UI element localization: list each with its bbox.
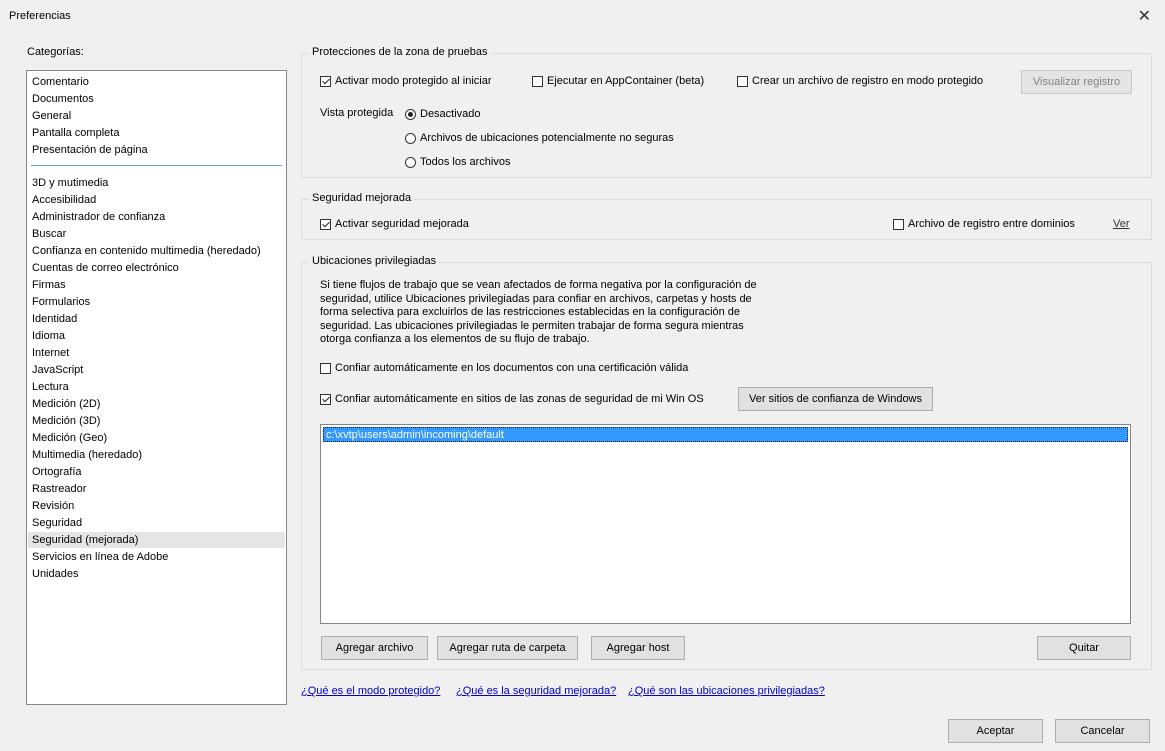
category-item-selected[interactable]: Seguridad (mejorada) [28, 532, 285, 548]
category-item[interactable]: Rastreador [31, 481, 87, 497]
category-item[interactable]: Identidad [31, 311, 78, 327]
category-item[interactable]: Servicios en línea de Adobe [31, 549, 169, 565]
category-item[interactable]: Lectura [31, 379, 70, 395]
category-item[interactable]: Revisión [31, 498, 75, 514]
add-file-button[interactable]: Agregar archivo [321, 636, 428, 660]
location-item-selected[interactable]: c:\xvtp\users\admin\incoming\default [323, 427, 1128, 442]
appcontainer-checkbox[interactable]: Ejecutar en AppContainer (beta) [532, 75, 704, 87]
protected-view-label: Vista protegida [320, 107, 394, 119]
category-item[interactable]: Cuentas de correo electrónico [31, 260, 180, 276]
category-item[interactable]: Medición (3D) [31, 413, 101, 429]
radio-button[interactable] [405, 132, 416, 144]
appcontainer-label: Ejecutar en AppContainer (beta) [547, 75, 705, 87]
radio-label: Todos los archivos [420, 156, 511, 168]
radio-unsafe-locations[interactable]: Archivos de ubicaciones potencialmente n… [405, 132, 674, 144]
view-log-button[interactable]: Visualizar registro [1021, 70, 1132, 94]
view-windows-sites-button[interactable]: Ver sitios de confianza de Windows [738, 387, 933, 411]
window-title: Preferencias [9, 10, 71, 22]
checkbox-box[interactable] [532, 75, 543, 87]
category-item[interactable]: Idioma [31, 328, 66, 344]
category-item[interactable]: Pantalla completa [31, 125, 120, 141]
log-file-checkbox[interactable]: Crear un archivo de registro en modo pro… [737, 75, 983, 87]
privileged-description: Si tiene flujos de trabajo que se vean a… [320, 279, 780, 347]
ok-button[interactable]: Aceptar [948, 719, 1043, 743]
log-file-label: Crear un archivo de registro en modo pro… [752, 75, 984, 87]
category-item[interactable]: Presentación de página [31, 142, 149, 158]
description-line: seguridad. Las ubicaciones privilegiadas… [320, 319, 744, 332]
enable-enhanced-label: Activar seguridad mejorada [335, 218, 469, 230]
checkbox-box[interactable] [320, 218, 331, 230]
protected-mode-checkbox[interactable]: Activar modo protegido al iniciar [320, 75, 492, 87]
category-item[interactable]: Ortografía [31, 464, 83, 480]
radio-button[interactable] [405, 156, 416, 168]
help-link-enhanced-security[interactable]: ¿Qué es la seguridad mejorada? [456, 685, 616, 697]
privileged-group-title: Ubicaciones privilegiadas [309, 255, 440, 267]
category-item[interactable]: Documentos [31, 91, 95, 107]
category-item[interactable]: Multimedia (heredado) [31, 447, 143, 463]
category-item[interactable]: Confianza en contenido multimedia (hered… [31, 243, 262, 259]
radio-label: Desactivado [420, 108, 481, 120]
category-item[interactable]: Internet [31, 345, 70, 361]
add-host-button[interactable]: Agregar host [591, 636, 685, 660]
sandbox-group-title: Protecciones de la zona de pruebas [309, 46, 491, 58]
radio-label: Archivos de ubicaciones potencialmente n… [420, 132, 674, 144]
radio-all-files[interactable]: Todos los archivos [405, 156, 511, 168]
category-separator [31, 165, 282, 166]
categories-list[interactable]: Comentario Documentos General Pantalla c… [26, 70, 287, 705]
close-icon[interactable]: ✕ [1138, 6, 1151, 26]
category-item[interactable]: Comentario [31, 74, 90, 90]
enhanced-group-title: Seguridad mejorada [309, 192, 415, 204]
cross-domain-log-label: Archivo de registro entre dominios [908, 218, 1075, 230]
description-line: seguridad, utilice Ubicaciones privilegi… [320, 292, 752, 305]
description-line: Si tiene flujos de trabajo que se vean a… [320, 279, 757, 291]
category-item[interactable]: Unidades [31, 566, 79, 582]
privileged-locations-list[interactable]: c:\xvtp\users\admin\incoming\default [320, 424, 1131, 624]
description-line: forma selectiva para excluirlos de las r… [320, 306, 741, 319]
category-item[interactable]: 3D y mutimedia [31, 175, 109, 191]
category-item[interactable]: Medición (Geo) [31, 430, 108, 446]
category-item[interactable]: Buscar [31, 226, 67, 242]
help-link-privileged-locations[interactable]: ¿Qué son las ubicaciones privilegiadas? [628, 685, 825, 697]
category-item[interactable]: Seguridad [31, 515, 83, 531]
category-item[interactable]: Administrador de confianza [31, 209, 166, 225]
remove-button[interactable]: Quitar [1037, 636, 1131, 660]
protected-mode-label: Activar modo protegido al iniciar [335, 75, 492, 87]
help-link-protected-mode[interactable]: ¿Qué es el modo protegido? [301, 685, 440, 697]
category-item[interactable]: Formularios [31, 294, 91, 310]
checkbox-box[interactable] [320, 362, 331, 374]
add-folder-button[interactable]: Agregar ruta de carpeta [437, 636, 578, 660]
category-item[interactable]: Accesibilidad [31, 192, 97, 208]
view-log-link[interactable]: Ver [1113, 218, 1130, 230]
trust-certified-label: Confiar automáticamente en los documento… [335, 362, 689, 374]
radio-button[interactable] [405, 108, 416, 120]
radio-desactivado[interactable]: Desactivado [405, 108, 481, 120]
cross-domain-log-checkbox[interactable]: Archivo de registro entre dominios [893, 218, 1075, 230]
trust-win-zones-checkbox[interactable]: Confiar automáticamente en sitios de las… [320, 393, 704, 405]
category-item[interactable]: General [31, 108, 72, 124]
description-line: otorga confianza a los elementos de su f… [320, 333, 590, 346]
checkbox-box[interactable] [320, 393, 331, 405]
trust-win-zones-label: Confiar automáticamente en sitios de las… [335, 393, 704, 405]
enable-enhanced-checkbox[interactable]: Activar seguridad mejorada [320, 218, 469, 230]
checkbox-box[interactable] [320, 75, 331, 87]
category-item[interactable]: Medición (2D) [31, 396, 101, 412]
category-item[interactable]: JavaScript [31, 362, 84, 378]
cancel-button[interactable]: Cancelar [1055, 719, 1150, 743]
categories-label: Categorías: [27, 46, 84, 58]
trust-certified-checkbox[interactable]: Confiar automáticamente en los documento… [320, 362, 688, 374]
checkbox-box[interactable] [893, 218, 904, 230]
category-item[interactable]: Firmas [31, 277, 67, 293]
checkbox-box[interactable] [737, 75, 748, 87]
